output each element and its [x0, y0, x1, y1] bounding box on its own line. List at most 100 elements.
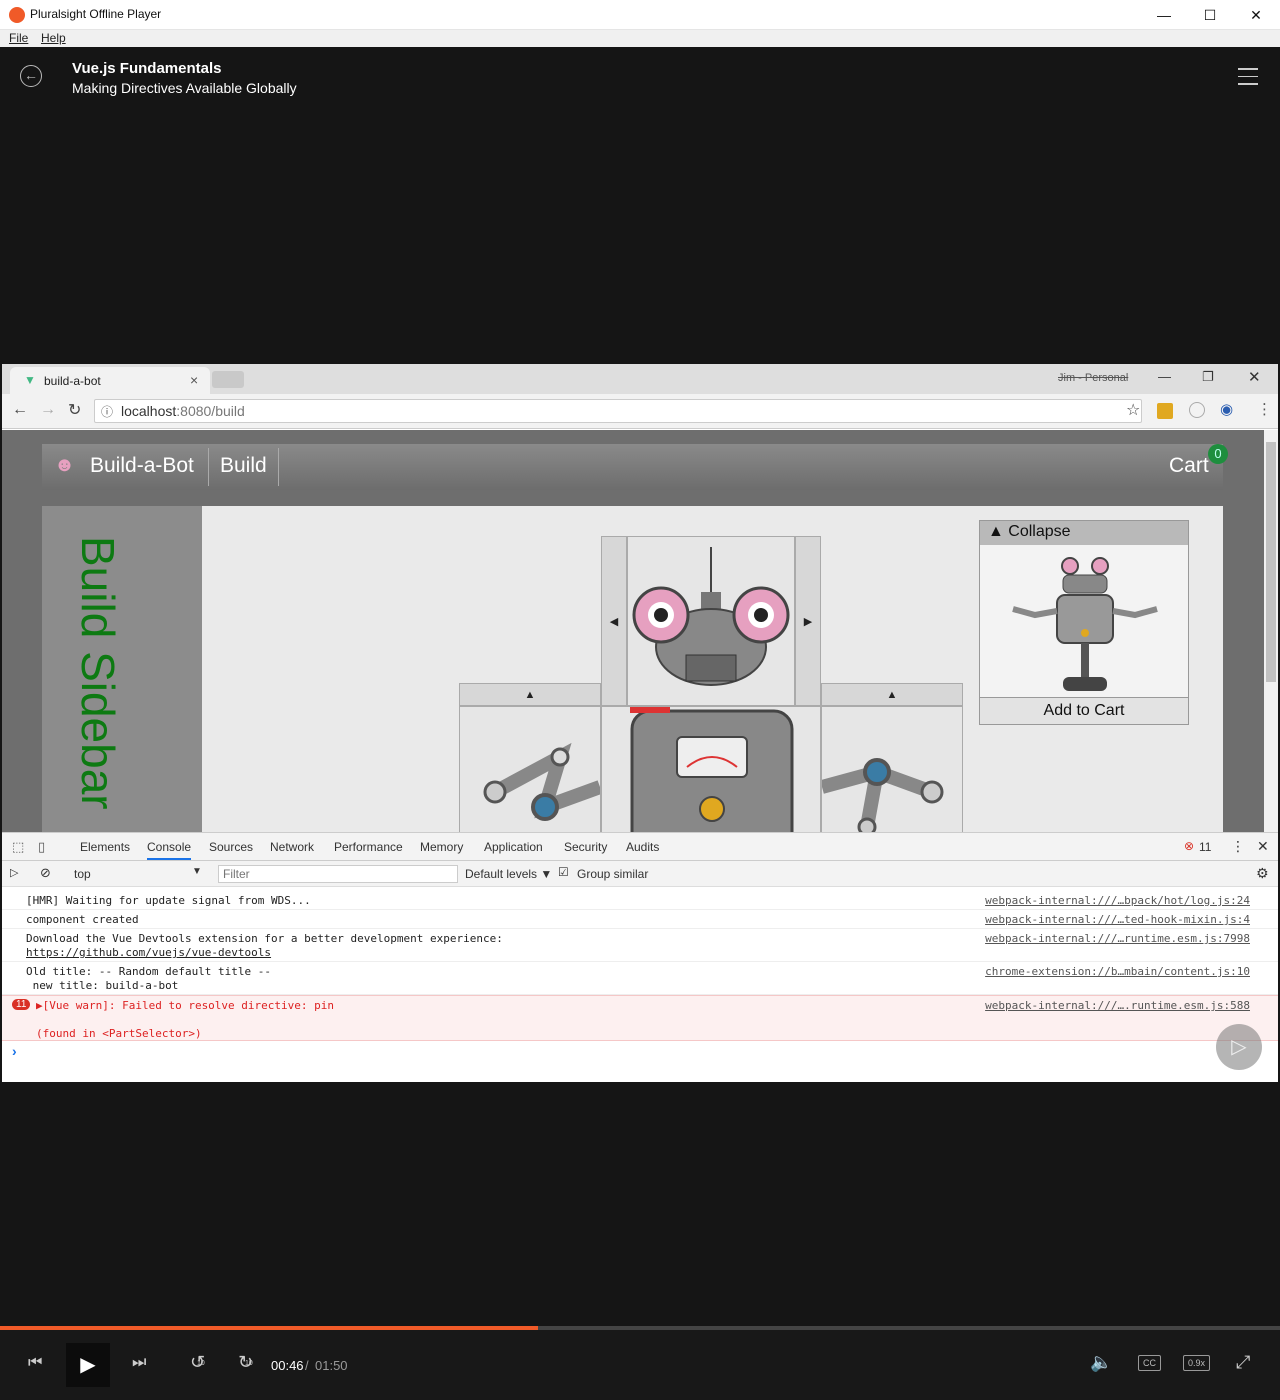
cart-count-badge: 0	[1208, 444, 1228, 464]
robot-preview: ▲ Collapse Add to Cart	[979, 520, 1189, 725]
bookmark-star-icon[interactable]: ☆	[1126, 400, 1140, 420]
menu-file[interactable]: File	[9, 31, 28, 45]
head-part	[627, 536, 795, 706]
right-arm-prev-button[interactable]: ▲	[821, 683, 963, 706]
robot-torso-image	[630, 707, 794, 853]
tab-elements[interactable]: Elements	[80, 840, 130, 854]
error-message[interactable]: ▶[Vue warn]: Failed to resolve directive…	[36, 999, 334, 1012]
captions-button[interactable]: CC	[1138, 1355, 1161, 1371]
playback-speed-button[interactable]: 0.9x	[1183, 1355, 1211, 1371]
extension-2-icon[interactable]	[1189, 402, 1205, 418]
play-icon[interactable]: ▶	[66, 1343, 110, 1387]
context-dropdown-icon[interactable]: ▼	[192, 866, 202, 877]
scrollbar-thumb[interactable]	[1266, 442, 1276, 682]
devtools-menu-icon[interactable]: ⋮	[1231, 838, 1245, 855]
pluralsight-watermark-icon: ▷	[1216, 1024, 1262, 1070]
video-frame[interactable]: ▼ build-a-bot × Jim - Personal — ❐ ✕ ← →…	[2, 364, 1278, 1082]
console-prompt[interactable]: ›	[12, 1043, 17, 1059]
reload-icon[interactable]: ↻	[68, 400, 81, 420]
close-button[interactable]: ✕	[1233, 0, 1279, 30]
sidebar-toggle-icon[interactable]: ▷	[10, 866, 18, 879]
menu-help[interactable]: Help	[41, 31, 66, 45]
head-prev-button[interactable]: ◀	[601, 536, 627, 706]
table-of-contents-icon[interactable]	[1238, 68, 1258, 91]
vue-logo-icon: ▼	[24, 373, 36, 387]
maximize-button[interactable]: ☐	[1187, 0, 1233, 30]
left-arm-image	[483, 742, 603, 821]
right-arm-part	[820, 706, 963, 837]
source-link[interactable]: webpack-internal:///…ted-hook-mixin.js:4	[985, 913, 1250, 926]
clear-console-icon[interactable]: ⊘	[40, 865, 51, 881]
devtools-tabs: ⬚ ▯ Elements Console Sources Network Per…	[2, 833, 1278, 861]
duration: 01:50	[315, 1358, 348, 1373]
inspect-element-icon[interactable]: ⬚	[12, 839, 24, 855]
console-settings-gear-icon[interactable]: ⚙	[1256, 865, 1269, 882]
forward-icon[interactable]: →	[40, 401, 56, 419]
source-link[interactable]: webpack-internal:///…runtime.esm.js:7998	[985, 932, 1250, 945]
back-arrow-icon[interactable]: ←	[20, 65, 42, 87]
error-icon: ⊗	[1184, 839, 1195, 853]
new-tab-button[interactable]	[212, 371, 244, 388]
console-line: [HMR] Waiting for update signal from WDS…	[2, 891, 1278, 910]
app-header: ☻ Build-a-Bot Build Cart 0	[42, 444, 1228, 490]
source-link[interactable]: webpack-internal:///…bpack/hot/log.js:24	[985, 894, 1250, 907]
pluralsight-logo-icon	[9, 7, 25, 23]
error-repeat-badge: 11	[12, 999, 31, 1010]
forward-10-label: 10	[245, 1360, 253, 1367]
group-similar-label: Group similar	[577, 867, 649, 881]
tab-close-icon[interactable]: ×	[190, 372, 198, 388]
extension-icon[interactable]	[1157, 403, 1173, 419]
info-icon: ⓘ	[101, 405, 114, 419]
profile-name[interactable]: Jim - Personal	[1058, 372, 1128, 384]
devtools-close-icon[interactable]: ✕	[1257, 838, 1269, 855]
tab-audits[interactable]: Audits	[626, 840, 659, 854]
volume-icon[interactable]: 🔈	[1090, 1352, 1112, 1373]
source-link[interactable]: chrome-extension://b…mbain/content.js:10	[985, 965, 1250, 978]
playback-controls: ⏮ ▶ ⏭ ↺ 10 ↻ 10 00:46 / 01:50 🔈 CC 0.9x …	[0, 1330, 1280, 1400]
collapse-toggle[interactable]: ▲ Collapse	[980, 521, 1188, 545]
next-clip-icon[interactable]: ⏭	[132, 1354, 146, 1372]
console-error-line: 11 ▶[Vue warn]: Failed to resolve direct…	[2, 995, 1278, 1041]
tab-memory[interactable]: Memory	[420, 840, 463, 854]
sidebar: Build Sidebar	[42, 506, 202, 836]
tab-title: build-a-bot	[44, 374, 101, 388]
minimize-button[interactable]: —	[1141, 0, 1187, 30]
browser-tab[interactable]: ▼ build-a-bot ×	[10, 367, 210, 394]
back-icon[interactable]: ←	[12, 401, 28, 419]
browser-menu-icon[interactable]: ⋮	[1257, 400, 1272, 418]
log-levels-select[interactable]: Default levels ▼	[465, 867, 552, 881]
add-to-cart-button[interactable]: Add to Cart	[980, 697, 1188, 724]
head-next-button[interactable]: ▶	[795, 536, 821, 706]
console-line: component created webpack-internal:///…t…	[2, 910, 1278, 929]
context-select[interactable]: top	[74, 867, 91, 881]
cart-link[interactable]: Cart	[1169, 454, 1209, 478]
nav-build-link[interactable]: Build	[220, 454, 267, 478]
robot-preview-image	[1012, 557, 1158, 691]
previous-clip-icon[interactable]: ⏮	[28, 1354, 42, 1372]
tab-console[interactable]: Console	[147, 840, 192, 860]
tab-application[interactable]: Application	[484, 840, 543, 854]
error-count[interactable]: 11	[1199, 840, 1211, 854]
group-similar-checkbox[interactable]: ☑	[558, 865, 569, 879]
device-toolbar-icon[interactable]: ▯	[38, 839, 45, 855]
tab-network[interactable]: Network	[270, 840, 314, 854]
course-title: Vue.js Fundamentals	[72, 60, 222, 77]
left-arm-prev-button[interactable]: ▲	[459, 683, 601, 706]
console-filter-input[interactable]	[218, 865, 458, 883]
torso-part	[601, 706, 821, 853]
brand-link[interactable]: Build-a-Bot	[90, 454, 194, 478]
time-separator: /	[305, 1358, 309, 1373]
url-input[interactable]: ⓘ localhost:8080/build	[94, 399, 1142, 423]
source-link[interactable]: webpack-internal:///….runtime.esm.js:588	[985, 999, 1250, 1012]
browser-restore-icon[interactable]: ❐	[1202, 369, 1214, 385]
rewind-10-label: 10	[197, 1360, 205, 1367]
tab-sources[interactable]: Sources	[209, 840, 253, 854]
browser-close-icon[interactable]: ✕	[1248, 368, 1261, 386]
tab-security[interactable]: Security	[564, 840, 607, 854]
browser-minimize-icon[interactable]: —	[1158, 369, 1171, 384]
fullscreen-icon[interactable]: ⤢	[1236, 1352, 1250, 1373]
devtools-link[interactable]: https://github.com/vuejs/vue-devtools	[26, 946, 271, 959]
tab-performance[interactable]: Performance	[334, 840, 403, 854]
eye-extension-icon[interactable]: ◉	[1220, 400, 1233, 418]
page-scrollbar[interactable]	[1264, 430, 1278, 832]
